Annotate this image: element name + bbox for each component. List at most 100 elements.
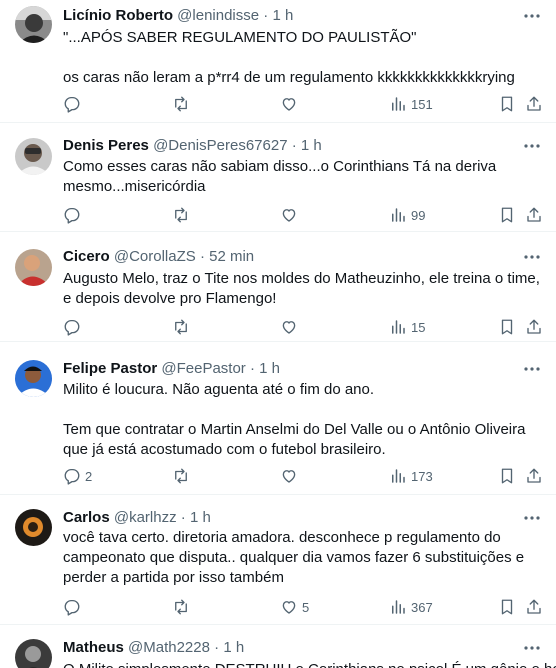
share-button[interactable] [525, 466, 543, 486]
avatar[interactable] [15, 509, 52, 546]
timestamp[interactable]: 52 min [209, 248, 254, 265]
timestamp[interactable]: 1 h [272, 7, 293, 24]
like-button[interactable] [280, 466, 302, 486]
tweet[interactable]: Matheus @Math2228 · 1 h O Milito simples… [0, 625, 556, 668]
reply-button[interactable] [63, 94, 85, 114]
author-name[interactable]: Felipe Pastor [63, 360, 157, 377]
share-icon [527, 207, 541, 222]
author-handle[interactable]: @lenindisse [177, 7, 259, 24]
more-options-icon[interactable] [522, 136, 542, 156]
separator-dot: · [249, 360, 255, 377]
like-button[interactable] [280, 94, 302, 114]
author-handle[interactable]: @DenisPeres67627 [153, 137, 287, 154]
bookmark-button[interactable] [498, 597, 516, 617]
tweet-text-line: você tava certo. diretoria amadora. desc… [63, 529, 525, 586]
tweet-text: "...APÓS SABER REGULAMENTO DO PAULISTÃO"… [63, 28, 543, 88]
author-handle[interactable]: @CorollaZS [114, 248, 196, 265]
reply-button[interactable] [63, 597, 85, 617]
author-name[interactable]: Denis Peres [63, 137, 149, 154]
tweet[interactable]: Felipe Pastor @FeePastor · 1 h Milito é … [0, 342, 556, 495]
views-button[interactable]: 367 [389, 597, 433, 617]
more-options-icon[interactable] [522, 359, 542, 379]
reply-icon [64, 96, 80, 113]
share-button[interactable] [525, 94, 543, 114]
avatar[interactable] [15, 249, 52, 286]
more-options-icon[interactable] [522, 6, 542, 26]
timestamp[interactable]: 1 h [259, 360, 280, 377]
like-button[interactable]: 5 [280, 597, 309, 617]
reply-button[interactable]: 2 [63, 466, 92, 486]
views-count: 173 [411, 468, 433, 484]
retweet-icon [175, 599, 187, 615]
like-button[interactable] [280, 317, 302, 337]
avatar[interactable] [15, 138, 52, 175]
avatar[interactable] [15, 6, 52, 43]
share-icon [527, 319, 541, 334]
bookmark-button[interactable] [498, 205, 516, 225]
reply-button[interactable] [63, 317, 85, 337]
tweet-actions: 15 [63, 317, 542, 337]
bookmark-icon [501, 599, 513, 615]
views-button[interactable]: 173 [389, 466, 433, 486]
reply-count: 2 [85, 468, 93, 484]
retweet-button[interactable] [172, 317, 194, 337]
separator-dot: · [214, 639, 220, 656]
bookmark-button[interactable] [498, 94, 516, 114]
author-handle[interactable]: @FeePastor [161, 360, 245, 377]
bookmark-button[interactable] [498, 317, 516, 337]
views-count: 99 [411, 207, 426, 223]
tweet-text-line: Milito é loucura. Não aguenta até o fim … [63, 381, 375, 398]
views-icon [392, 97, 405, 111]
author-name[interactable]: Cicero [63, 248, 110, 265]
views-button[interactable]: 151 [389, 94, 433, 114]
views-button[interactable]: 15 [389, 317, 425, 337]
retweet-button[interactable] [172, 94, 194, 114]
avatar[interactable] [15, 639, 52, 668]
tweet-actions: 5 367 [63, 597, 542, 617]
tweet-text-line: Tem que contratar o Martin Anselmi do De… [63, 421, 526, 458]
views-button[interactable]: 99 [389, 205, 425, 225]
timestamp[interactable]: 1 h [190, 509, 211, 526]
more-options-icon[interactable] [522, 638, 542, 658]
separator-dot: · [199, 248, 205, 265]
retweet-button[interactable] [172, 205, 194, 225]
tweet-text: O Milito simplesmente DESTRUIU o Corinth… [63, 660, 556, 668]
heart-icon [282, 470, 296, 483]
timestamp[interactable]: 1 h [223, 639, 244, 656]
author-name[interactable]: Licínio Roberto [63, 7, 173, 24]
retweet-button[interactable] [172, 597, 194, 617]
separator-dot: · [180, 509, 186, 526]
tweet[interactable]: Denis Peres @DenisPeres67627 · 1 h Como … [0, 123, 556, 232]
reply-button[interactable] [63, 205, 85, 225]
like-count: 5 [302, 599, 310, 615]
views-icon [392, 208, 405, 222]
heart-icon [282, 209, 296, 222]
share-icon [527, 468, 541, 483]
author-name[interactable]: Carlos [63, 509, 110, 526]
share-button[interactable] [525, 597, 543, 617]
share-button[interactable] [525, 205, 543, 225]
more-options-icon[interactable] [522, 247, 542, 267]
tweet[interactable]: Carlos @karlhzz · 1 h você tava certo. d… [0, 495, 556, 625]
heart-icon [282, 601, 296, 614]
like-button[interactable] [280, 205, 302, 225]
author-handle[interactable]: @Math2228 [128, 639, 210, 656]
bookmark-button[interactable] [498, 466, 516, 486]
bookmark-icon [501, 468, 513, 484]
avatar[interactable] [15, 360, 52, 397]
more-options-icon[interactable] [522, 508, 542, 528]
retweet-button[interactable] [172, 466, 194, 486]
retweet-icon [175, 468, 187, 484]
tweet-actions: 99 [63, 205, 542, 225]
author-handle[interactable]: @karlhzz [114, 509, 177, 526]
tweet-text: Augusto Melo, traz o Tite nos moldes do … [63, 269, 543, 309]
share-button[interactable] [525, 317, 543, 337]
tweet[interactable]: Cicero @CorollaZS · 52 min Augusto Melo,… [0, 232, 556, 342]
heart-icon [282, 321, 296, 334]
retweet-icon [175, 319, 187, 335]
share-icon [527, 599, 541, 614]
timestamp[interactable]: 1 h [301, 137, 322, 154]
reply-icon [64, 468, 80, 485]
author-name[interactable]: Matheus [63, 639, 124, 656]
tweet[interactable]: Licínio Roberto @lenindisse · 1 h "...AP… [0, 0, 556, 123]
